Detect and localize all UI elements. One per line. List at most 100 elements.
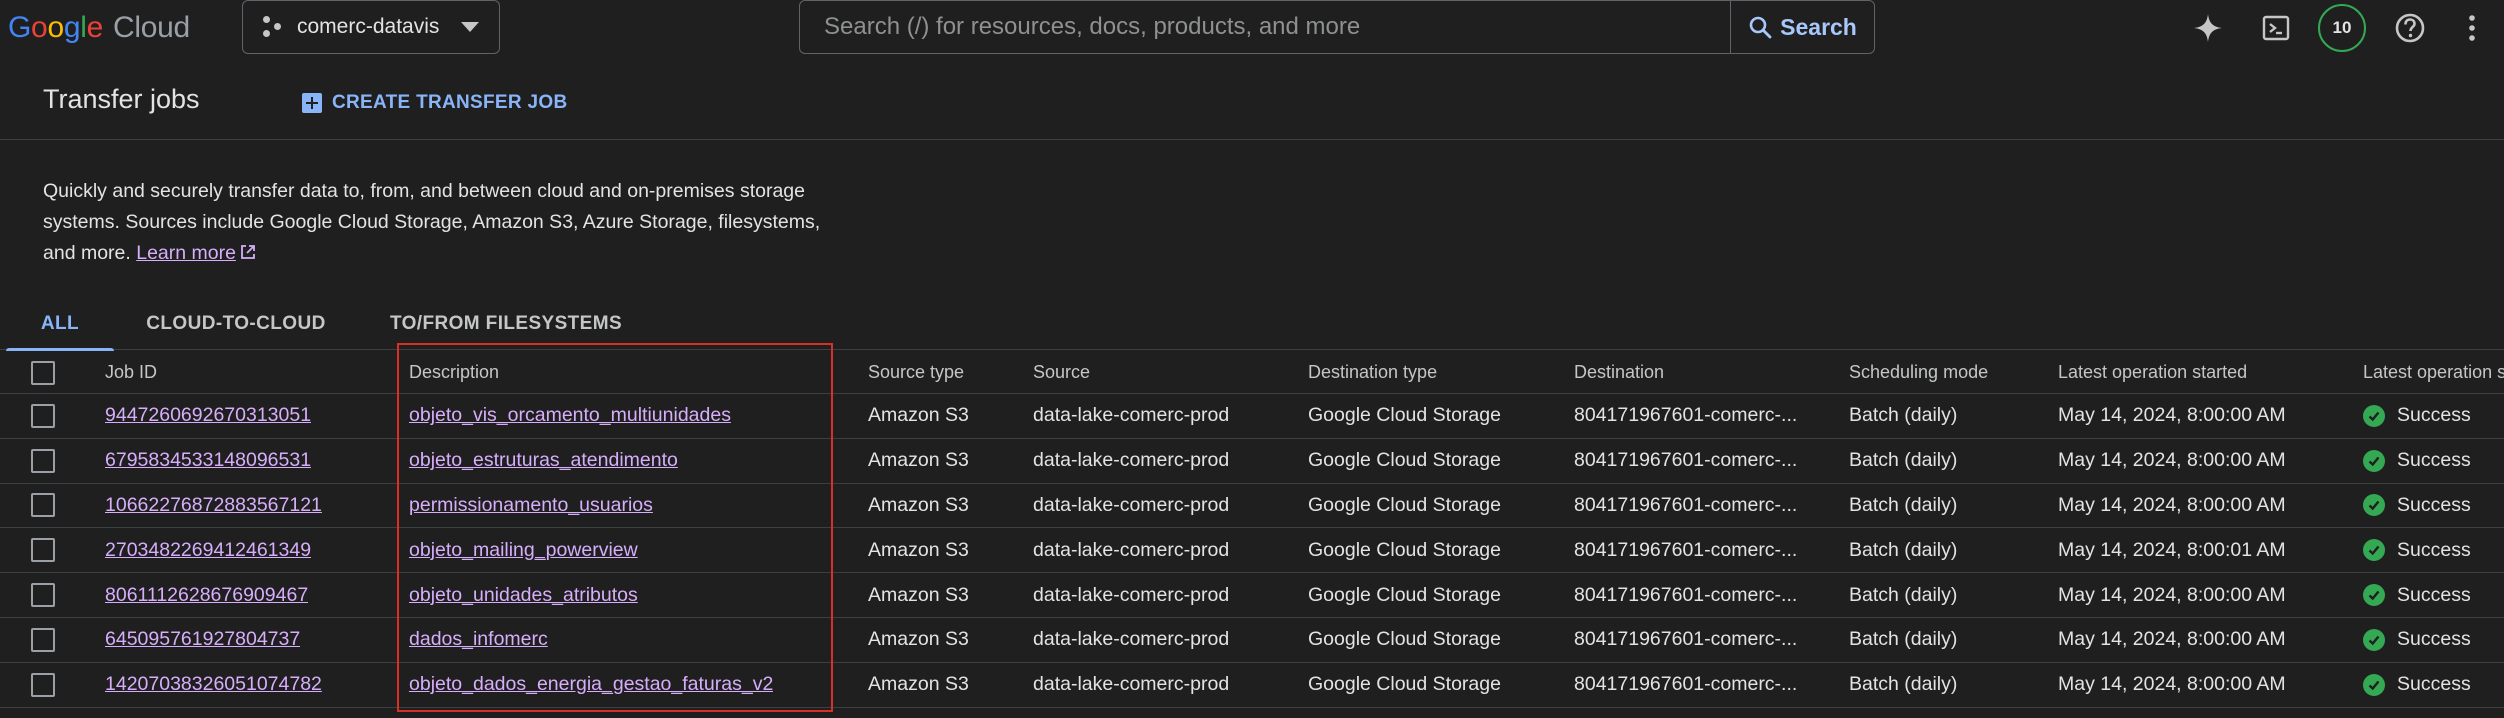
help-icon[interactable] <box>2390 8 2430 48</box>
source-type-cell: Amazon S3 <box>868 628 969 651</box>
gemini-sparkle-icon[interactable] <box>2188 8 2228 48</box>
column-header-job-id[interactable]: Job ID <box>105 352 157 393</box>
description-cell: permissionamento_usuarios <box>409 484 653 528</box>
row-checkbox-cell <box>31 394 55 438</box>
job-id-link[interactable]: 14207038326051074782 <box>105 673 322 696</box>
notifications-badge[interactable]: 10 <box>2318 4 2366 52</box>
latest-operation-status-cell: Success <box>2363 439 2504 483</box>
latest-operation-started-cell: May 14, 2024, 8:00:00 AM <box>2058 628 2286 651</box>
destination-type-cell: Google Cloud Storage <box>1308 573 1501 617</box>
source-type-cell: Amazon S3 <box>868 573 969 617</box>
column-header-destination-type[interactable]: Destination type <box>1308 352 1437 393</box>
check-circle-icon <box>2363 584 2385 607</box>
notifications-count: 10 <box>2332 18 2352 37</box>
job-id-link[interactable]: 645095761927804737 <box>105 628 300 651</box>
source-cell: data-lake-comerc-prod <box>1033 404 1230 427</box>
page-header: Transfer jobs CREATE TRANSFER JOB <box>0 64 2504 140</box>
source-type-cell: Amazon S3 <box>868 583 969 606</box>
job-id-link[interactable]: 10662276872883567121 <box>105 494 322 517</box>
tab-to-from-filesystems[interactable]: TO/FROM FILESYSTEMS <box>378 298 634 350</box>
destination-cell: 804171967601-comerc-... <box>1574 663 1797 707</box>
latest-operation-started-cell: May 14, 2024, 8:00:00 AM <box>2058 449 2286 472</box>
row-checkbox[interactable] <box>31 627 55 652</box>
description-link[interactable]: objeto_unidades_atributos <box>409 584 638 607</box>
column-header-latest-operation-status[interactable]: Latest operation s <box>2363 352 2504 393</box>
check-circle-icon <box>2363 449 2385 472</box>
description-link[interactable]: objeto_dados_energia_gestao_faturas_v2 <box>409 673 773 696</box>
latest-operation-started-cell: May 14, 2024, 8:00:00 AM <box>2058 663 2286 707</box>
description-link[interactable]: permissionamento_usuarios <box>409 494 653 517</box>
google-cloud-logo[interactable]: Google Cloud <box>8 10 190 46</box>
latest-operation-started-cell: May 14, 2024, 8:00:00 AM <box>2058 583 2286 606</box>
source-type-cell: Amazon S3 <box>868 404 969 427</box>
description-cell: objeto_vis_orcamento_multiunidades <box>409 394 731 438</box>
latest-operation-started-cell: May 14, 2024, 8:00:00 AM <box>2058 573 2286 617</box>
row-checkbox[interactable] <box>31 493 55 518</box>
table-row: 6795834533148096531 objeto_estruturas_ate… <box>0 439 2504 484</box>
column-header-latest-operation-started[interactable]: Latest operation started <box>2058 352 2247 393</box>
description-link[interactable]: dados_infomerc <box>409 628 548 651</box>
job-id-cell: 9447260692670313051 <box>105 394 311 438</box>
more-vert-icon[interactable] <box>2452 8 2492 48</box>
column-header-destination[interactable]: Destination <box>1574 352 1664 393</box>
source-type-cell: Amazon S3 <box>868 449 969 472</box>
description-link[interactable]: objeto_vis_orcamento_multiunidades <box>409 404 731 427</box>
job-id-link[interactable]: 8061112628676909467 <box>105 584 308 607</box>
table-row: 14207038326051074782 objeto_dados_energia… <box>0 663 2504 708</box>
scheduling-mode-cell: Batch (daily) <box>1849 618 1957 662</box>
job-id-link[interactable]: 9447260692670313051 <box>105 404 311 427</box>
scheduling-mode-cell: Batch (daily) <box>1849 493 1958 516</box>
scheduling-mode-cell: Batch (daily) <box>1849 663 1957 707</box>
destination-cell: 804171967601-comerc-... <box>1574 618 1797 662</box>
row-checkbox[interactable] <box>31 538 55 563</box>
transfer-jobs-table: Job ID Description Source type Source De… <box>0 352 2504 708</box>
learn-more-link[interactable]: Learn more <box>136 242 256 264</box>
column-header-scheduling-mode[interactable]: Scheduling mode <box>1849 352 1988 393</box>
description-link[interactable]: objeto_mailing_powerview <box>409 539 638 562</box>
source-type-cell: Amazon S3 <box>868 493 969 516</box>
job-id-cell: 10662276872883567121 <box>105 484 322 528</box>
latest-operation-status-cell: Success <box>2363 484 2504 528</box>
status-text: Success <box>2397 628 2471 651</box>
row-checkbox[interactable] <box>31 448 55 473</box>
job-id-link[interactable]: 6795834533148096531 <box>105 449 311 472</box>
cloud-shell-icon[interactable] <box>2256 8 2296 48</box>
column-header-source[interactable]: Source <box>1033 352 1090 393</box>
table-row: 645095761927804737 dados_infomerc Amazon S… <box>0 618 2504 663</box>
table-header-row: Job ID Description Source type Source De… <box>0 352 2504 394</box>
search-button[interactable]: Search <box>1730 1 1874 53</box>
search-input[interactable] <box>802 3 1728 51</box>
job-id-cell: 6795834533148096531 <box>105 439 311 483</box>
latest-operation-started-cell: May 14, 2024, 8:00:00 AM <box>2058 484 2286 528</box>
destination-cell: 804171967601-comerc-... <box>1574 673 1798 696</box>
latest-operation-started-cell: May 14, 2024, 8:00:00 AM <box>2058 394 2286 438</box>
add-box-icon <box>302 93 322 113</box>
project-picker[interactable]: comerc-datavis <box>242 0 500 54</box>
destination-type-cell: Google Cloud Storage <box>1308 439 1501 483</box>
source-type-cell: Amazon S3 <box>868 618 969 662</box>
row-checkbox-cell <box>31 573 55 617</box>
column-header-description[interactable]: Description <box>409 352 499 393</box>
description-cell: objeto_unidades_atributos <box>409 573 638 617</box>
table-row: 10662276872883567121 permissionamento_usu… <box>0 484 2504 529</box>
row-checkbox[interactable] <box>31 672 55 697</box>
destination-cell: 804171967601-comerc-... <box>1574 404 1798 427</box>
create-transfer-job-label: CREATE TRANSFER JOB <box>332 92 568 113</box>
column-header-source-type[interactable]: Source type <box>868 352 964 393</box>
source-cell: data-lake-comerc-prod <box>1033 663 1229 707</box>
destination-cell: 804171967601-comerc-... <box>1574 394 1797 438</box>
tab-all[interactable]: ALL <box>6 298 114 351</box>
row-checkbox[interactable] <box>31 583 55 608</box>
row-checkbox[interactable] <box>31 403 55 428</box>
latest-operation-started-cell: May 14, 2024, 8:00:00 AM <box>2058 404 2286 427</box>
source-cell: data-lake-comerc-prod <box>1033 484 1229 528</box>
scheduling-mode-cell: Batch (daily) <box>1849 673 1958 696</box>
top-bar: Google Cloud comerc-datavis Search (/) f… <box>0 0 2504 56</box>
scheduling-mode-cell: Batch (daily) <box>1849 573 1957 617</box>
description-link[interactable]: objeto_estruturas_atendimento <box>409 449 678 472</box>
select-all-checkbox[interactable] <box>31 360 55 385</box>
create-transfer-job-button[interactable]: CREATE TRANSFER JOB <box>302 88 567 118</box>
tab-cloud-to-cloud[interactable]: CLOUD-TO-CLOUD <box>138 298 334 350</box>
row-checkbox-cell <box>31 484 55 528</box>
job-id-link[interactable]: 2703482269412461349 <box>105 539 311 562</box>
